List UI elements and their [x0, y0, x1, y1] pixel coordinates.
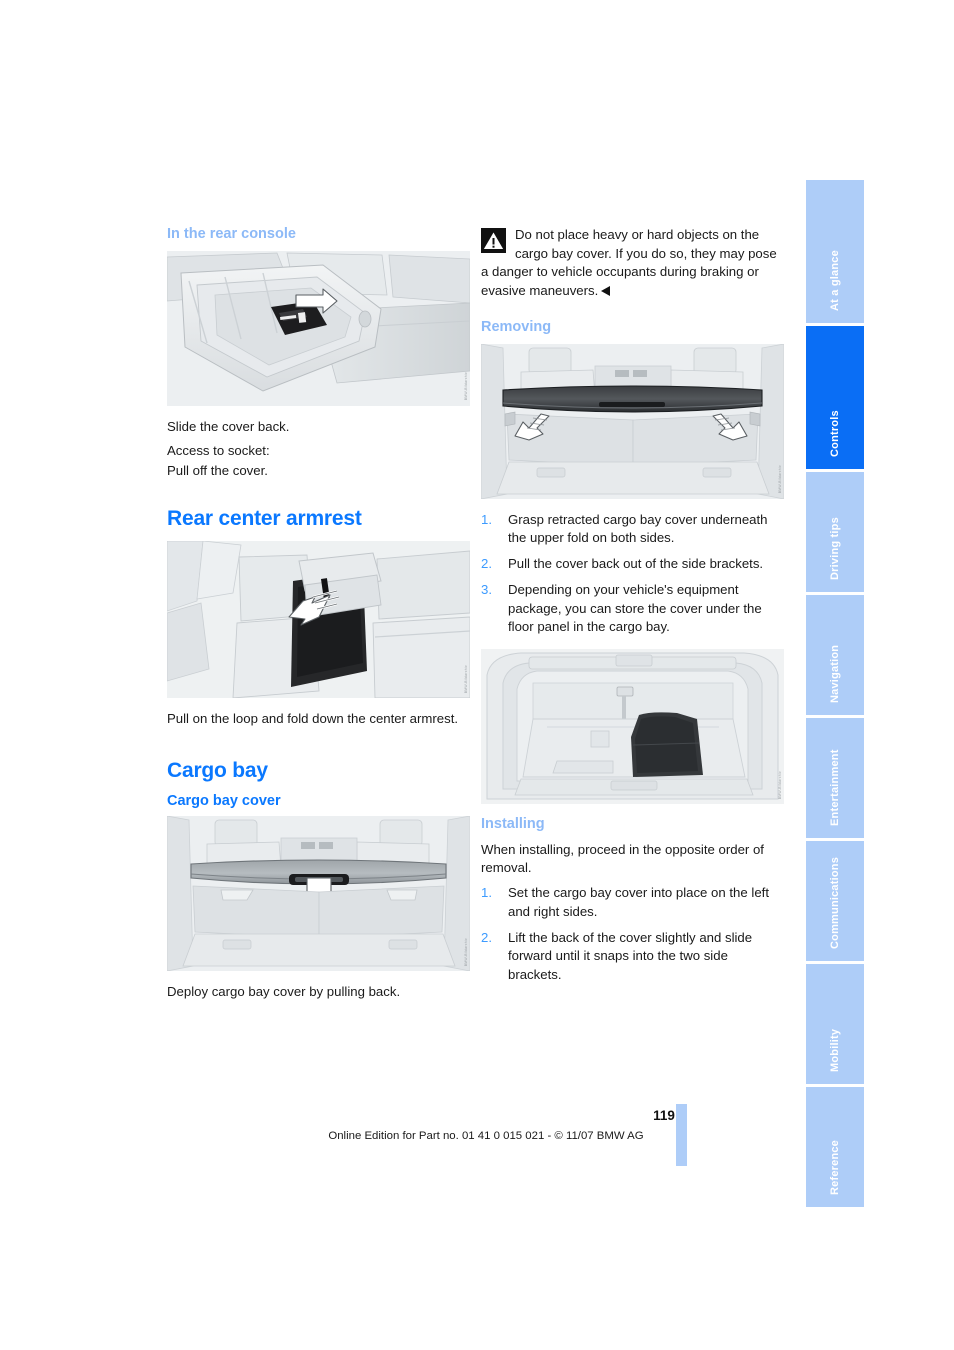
- sidebar-item-label: Controls: [829, 410, 841, 457]
- sidebar-item-at-a-glance[interactable]: At a glance: [806, 180, 864, 323]
- sidebar-item-label: At a glance: [829, 250, 841, 311]
- right-column: Do not place heavy or hard objects on th…: [481, 226, 784, 992]
- removing-steps-list: Grasp retracted cargo bay cover undernea…: [481, 511, 784, 637]
- list-item: Pull the cover back out of the side brac…: [481, 555, 764, 573]
- sidebar-item-label: Entertainment: [829, 749, 841, 826]
- heading-cargo-bay: Cargo bay: [167, 758, 268, 782]
- left-column: In the rear console BMW-Bildarchiv Slide…: [167, 226, 470, 1008]
- figure-rear-console: BMW-Bildarchiv: [167, 250, 470, 406]
- sidebar-item-label: Mobility: [829, 1028, 841, 1072]
- warning-block: Do not place heavy or hard objects on th…: [481, 226, 784, 301]
- figure-rear-center-armrest: BMW-Bildarchiv: [167, 540, 470, 698]
- heading-removing: Removing: [481, 318, 552, 335]
- section-tab-rail: At a glance Controls Driving tips Naviga…: [806, 180, 864, 1210]
- heading-cargo-bay-cover: Cargo bay cover: [167, 792, 281, 809]
- figure-credit: BMW-Bildarchiv: [463, 372, 468, 401]
- rear-console-illustration: [167, 250, 470, 406]
- figure-cargo-bay-cover: BMW-Bildarchiv: [167, 816, 470, 972]
- figure-credit: BMW-Bildarchiv: [777, 770, 782, 800]
- figure-credit: BMW-Bildarchiv: [777, 465, 782, 494]
- figure-removing-cover: BMW-Bildarchiv: [481, 343, 784, 499]
- sidebar-item-label: Navigation: [829, 644, 841, 703]
- list-item: Grasp retracted cargo bay cover undernea…: [481, 511, 768, 546]
- heading-rear-center-armrest: Rear center armrest: [167, 506, 362, 530]
- figure-credit: BMW-Bildarchiv: [463, 664, 468, 693]
- heading-installing: Installing: [481, 816, 545, 833]
- footer-blue-marker: [676, 1104, 687, 1166]
- end-of-warning-marker: [601, 286, 611, 297]
- heading-in-the-rear-console: In the rear console: [167, 226, 296, 242]
- footer-edition-text: Online Edition for Part no. 01 41 0 015 …: [328, 1130, 644, 1142]
- caption-deploy-cover: Deploy cargo bay cover by pulling back.: [167, 984, 401, 1000]
- caption-access-socket: Access to socket:: [167, 443, 270, 459]
- sidebar-item-label: Reference: [829, 1140, 841, 1195]
- sidebar-item-entertainment[interactable]: Entertainment: [806, 718, 864, 838]
- caption-slide-cover-back: Slide the cover back.: [167, 418, 290, 434]
- list-item: Depending on your vehicle's equipment pa…: [481, 581, 762, 635]
- sidebar-item-reference[interactable]: Reference: [806, 1087, 864, 1207]
- caption-pull-off-cover: Pull off the cover.: [167, 463, 268, 479]
- sidebar-item-mobility[interactable]: Mobility: [806, 964, 864, 1084]
- sidebar-item-label: Driving tips: [829, 517, 841, 580]
- installing-intro-text: When installing, proceed in the opposite…: [481, 841, 764, 876]
- warning-text: Do not place heavy or hard objects on th…: [481, 227, 777, 299]
- cover-storage-illustration: [481, 649, 784, 805]
- manual-page: In the rear console BMW-Bildarchiv Slide…: [0, 0, 954, 1350]
- figure-cover-storage: BMW-Bildarchiv: [481, 649, 784, 805]
- caption-pull-loop: Pull on the loop and fold down the cente…: [167, 710, 459, 726]
- sidebar-item-navigation[interactable]: Navigation: [806, 595, 864, 715]
- installing-steps-list: Set the cargo bay cover into place on th…: [481, 884, 784, 985]
- removing-cover-illustration: [481, 343, 784, 499]
- warning-triangle-icon: [481, 228, 506, 253]
- sidebar-item-driving-tips[interactable]: Driving tips: [806, 472, 864, 592]
- figure-credit: BMW-Bildarchiv: [463, 938, 468, 967]
- cargo-bay-cover-illustration: [167, 816, 470, 972]
- sidebar-item-label: Communications: [829, 856, 841, 949]
- sidebar-item-communications[interactable]: Communications: [806, 841, 864, 961]
- list-item: Lift the back of the cover slightly and …: [481, 929, 753, 983]
- page-number: 119: [653, 1108, 675, 1123]
- armrest-illustration: [167, 540, 470, 698]
- sidebar-item-controls[interactable]: Controls: [806, 326, 864, 469]
- list-item: Set the cargo bay cover into place on th…: [481, 884, 769, 919]
